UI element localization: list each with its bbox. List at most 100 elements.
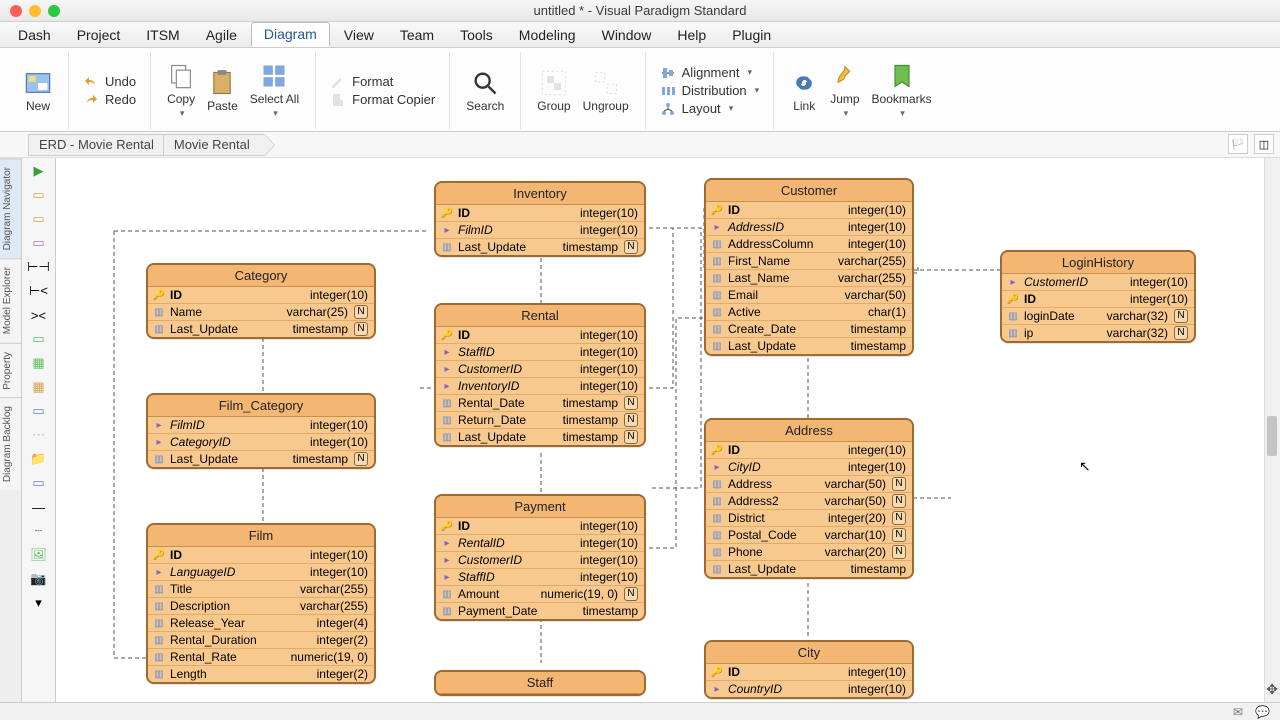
column-row[interactable]: ▥Create_Datetimestamp: [706, 320, 912, 337]
column-row[interactable]: ▥Addressvarchar(50)N: [706, 475, 912, 492]
column-row[interactable]: ▥Last_Updatetimestamp: [706, 337, 912, 354]
column-row[interactable]: ▸InventoryIDinteger(10): [436, 377, 644, 394]
vertical-scrollbar[interactable]: [1264, 158, 1280, 702]
column-row[interactable]: ▥Phonevarchar(20)N: [706, 543, 912, 560]
undo-button[interactable]: Undo: [83, 74, 136, 90]
note-blue-icon[interactable]: ▭: [28, 402, 50, 420]
dash-line-icon[interactable]: ┄: [28, 522, 50, 540]
column-row[interactable]: ▥ipvarchar(32)N: [1002, 324, 1194, 341]
line-icon[interactable]: ―: [28, 498, 50, 516]
chat-icon[interactable]: 💬: [1255, 705, 1270, 719]
column-row[interactable]: ▥Return_DatetimestampN: [436, 411, 644, 428]
column-row[interactable]: ▸LanguageIDinteger(10): [148, 563, 374, 580]
column-row[interactable]: ▥Namevarchar(25)N: [148, 303, 374, 320]
entity-city[interactable]: City🔑IDinteger(10)▸CountryIDinteger(10): [704, 640, 914, 699]
menu-itsm[interactable]: ITSM: [134, 24, 191, 46]
select-all-button[interactable]: Select All▾: [244, 62, 305, 119]
column-row[interactable]: ▥Titlevarchar(255): [148, 580, 374, 597]
column-row[interactable]: ▥Release_Yearinteger(4): [148, 614, 374, 631]
column-row[interactable]: ▸CustomerIDinteger(10): [436, 551, 644, 568]
column-row[interactable]: ▥AddressColumninteger(10): [706, 235, 912, 252]
column-row[interactable]: 🔑IDinteger(10): [706, 664, 912, 680]
scrollbar-thumb[interactable]: [1267, 416, 1277, 456]
column-row[interactable]: ▸StaffIDinteger(10): [436, 343, 644, 360]
new-button[interactable]: New: [18, 69, 58, 113]
tab-property[interactable]: Property: [0, 343, 21, 398]
more-tools-icon[interactable]: ▾: [28, 594, 50, 612]
bookmarks-button[interactable]: Bookmarks▾: [866, 62, 938, 119]
tab-diagram-navigator[interactable]: Diagram Navigator: [0, 158, 21, 258]
column-row[interactable]: ▥First_Namevarchar(255): [706, 252, 912, 269]
column-row[interactable]: ▸StaffIDinteger(10): [436, 568, 644, 585]
reference-map-icon[interactable]: 🏳️: [1228, 134, 1248, 154]
crumb-root[interactable]: ERD - Movie Rental: [28, 134, 169, 156]
menu-team[interactable]: Team: [388, 24, 446, 46]
column-row[interactable]: ▥Districtinteger(20)N: [706, 509, 912, 526]
column-row[interactable]: 🔑IDinteger(10): [706, 442, 912, 458]
column-row[interactable]: ▥Last_UpdatetimestampN: [436, 428, 644, 445]
column-row[interactable]: ▥Emailvarchar(50): [706, 286, 912, 303]
entity-address[interactable]: Address🔑IDinteger(10)▸CityIDinteger(10)▥…: [704, 418, 914, 579]
column-row[interactable]: 🔑IDinteger(10): [706, 202, 912, 218]
search-button[interactable]: Search: [460, 69, 510, 113]
rel-one-one-icon[interactable]: ⊢⊣: [28, 258, 50, 276]
copy-button[interactable]: Copy▾: [161, 62, 201, 119]
entity-loginhistory[interactable]: LoginHistory▸CustomerIDinteger(10)🔑IDint…: [1000, 250, 1196, 343]
distribution-button[interactable]: Distribution▾: [660, 83, 760, 99]
column-row[interactable]: ▸CategoryIDinteger(10): [148, 433, 374, 450]
entity-film_category[interactable]: Film_Category▸FilmIDinteger(10)▸Category…: [146, 393, 376, 469]
column-row[interactable]: ▥Amountnumeric(19, 0)N: [436, 585, 644, 602]
image-icon[interactable]: 🖼: [28, 546, 50, 564]
column-row[interactable]: ▥Rental_DatetimestampN: [436, 394, 644, 411]
folder-icon[interactable]: 📁: [28, 450, 50, 468]
entity-film[interactable]: Film🔑IDinteger(10)▸LanguageIDinteger(10)…: [146, 523, 376, 684]
column-row[interactable]: 🔑IDinteger(10): [1002, 290, 1194, 307]
column-row[interactable]: ▥Last_Namevarchar(255): [706, 269, 912, 286]
entity2-icon[interactable]: ▭: [28, 210, 50, 228]
mail-icon[interactable]: ✉: [1233, 705, 1243, 719]
menu-help[interactable]: Help: [665, 24, 718, 46]
column-row[interactable]: ▸CountryIDinteger(10): [706, 680, 912, 697]
minimize-icon[interactable]: [29, 5, 41, 17]
entity-inventory[interactable]: Inventory🔑IDinteger(10)▸FilmIDinteger(10…: [434, 181, 646, 257]
view-green-icon[interactable]: ▭: [28, 330, 50, 348]
menu-tools[interactable]: Tools: [448, 24, 505, 46]
paste-button[interactable]: Paste: [201, 69, 244, 113]
column-row[interactable]: 🔑IDinteger(10): [436, 327, 644, 343]
entity-category[interactable]: Category🔑IDinteger(10)▥Namevarchar(25)N▥…: [146, 263, 376, 339]
entity-staff[interactable]: Staff: [434, 670, 646, 696]
camera-icon[interactable]: 📷: [28, 570, 50, 588]
column-row[interactable]: 🔑IDinteger(10): [148, 287, 374, 303]
menu-view[interactable]: View: [332, 24, 386, 46]
rel-one-many-icon[interactable]: ⊢<: [28, 282, 50, 300]
column-row[interactable]: ▥Activechar(1): [706, 303, 912, 320]
menu-agile[interactable]: Agile: [194, 24, 249, 46]
table-green-icon[interactable]: ▦: [28, 354, 50, 372]
column-row[interactable]: ▥Last_UpdatetimestampN: [148, 320, 374, 337]
jump-button[interactable]: Jump▾: [824, 62, 865, 119]
column-row[interactable]: ▥Descriptionvarchar(255): [148, 597, 374, 614]
column-row[interactable]: ▥Last_UpdatetimestampN: [436, 238, 644, 255]
layout-button[interactable]: Layout▾: [660, 101, 760, 117]
entity-customer[interactable]: Customer🔑IDinteger(10)▸AddressIDinteger(…: [704, 178, 914, 356]
pan-icon[interactable]: ✥: [1266, 681, 1278, 698]
menu-plugin[interactable]: Plugin: [720, 24, 783, 46]
zoom-icon[interactable]: [48, 5, 60, 17]
menu-dash[interactable]: Dash: [6, 24, 63, 46]
alignment-button[interactable]: Alignment▾: [660, 65, 760, 81]
menu-project[interactable]: Project: [65, 24, 133, 46]
entity3-icon[interactable]: ▭: [28, 234, 50, 252]
column-row[interactable]: ▸CustomerIDinteger(10): [436, 360, 644, 377]
package-icon[interactable]: ▭: [28, 474, 50, 492]
column-row[interactable]: ▥Last_UpdatetimestampN: [148, 450, 374, 467]
column-row[interactable]: ▥Postal_Codevarchar(10)N: [706, 526, 912, 543]
redo-button[interactable]: Redo: [83, 92, 136, 108]
column-row[interactable]: ▸AddressIDinteger(10): [706, 218, 912, 235]
link-button[interactable]: Link: [784, 69, 824, 113]
column-row[interactable]: ▸FilmIDinteger(10): [148, 417, 374, 433]
column-row[interactable]: ▥Lengthinteger(2): [148, 665, 374, 682]
column-row[interactable]: 🔑IDinteger(10): [148, 547, 374, 563]
table-orange-icon[interactable]: ▦: [28, 378, 50, 396]
column-row[interactable]: ▥loginDatevarchar(32)N: [1002, 307, 1194, 324]
entity1-icon[interactable]: ▭: [28, 186, 50, 204]
